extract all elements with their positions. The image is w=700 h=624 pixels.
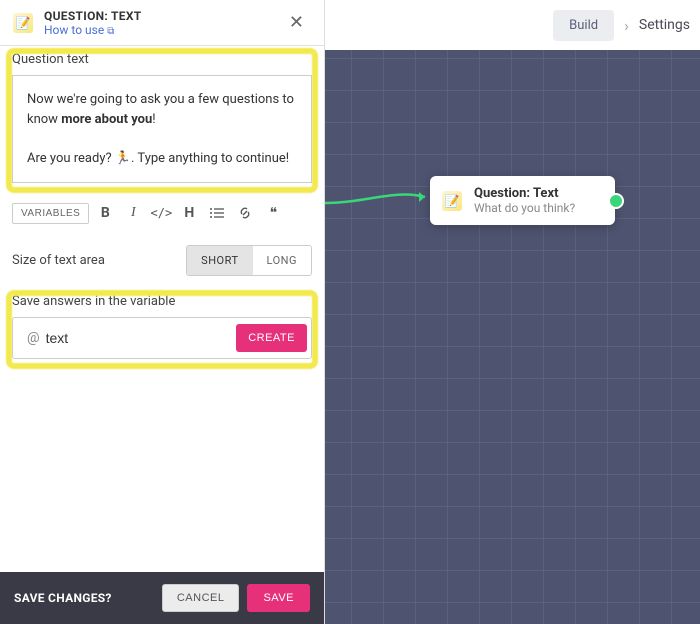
node-icon: 📝 bbox=[442, 190, 464, 212]
list-icon[interactable] bbox=[205, 201, 229, 225]
variable-section: Save answers in the variable @ CREATE bbox=[0, 288, 324, 373]
quote-icon[interactable]: ❝ bbox=[261, 201, 285, 225]
howto-link[interactable]: How to use⧉ bbox=[44, 23, 271, 37]
code-icon[interactable]: </> bbox=[149, 201, 173, 225]
build-tab[interactable]: Build bbox=[553, 10, 614, 41]
breadcrumb-sep: › bbox=[624, 16, 629, 35]
panel-header: 📝 QUESTION: TEXT How to use⧉ ✕ bbox=[0, 0, 324, 46]
link-icon[interactable] bbox=[233, 201, 257, 225]
close-icon[interactable]: ✕ bbox=[281, 8, 312, 37]
question-text-section: Question text Now we're going to ask you… bbox=[0, 46, 324, 197]
heading-icon[interactable]: H bbox=[177, 201, 201, 225]
node-subtitle: What do you think? bbox=[474, 201, 601, 215]
footer-label: SAVE CHANGES? bbox=[14, 591, 154, 605]
italic-icon[interactable]: I bbox=[121, 201, 145, 225]
variable-input[interactable] bbox=[46, 322, 237, 354]
flow-canvas[interactable]: Build › Settings 📝 Question: Text What d… bbox=[325, 0, 700, 624]
size-label: Size of text area bbox=[12, 253, 105, 268]
size-toggle: SHORT LONG bbox=[186, 245, 312, 276]
question-text-editor[interactable]: Now we're going to ask you a few questio… bbox=[12, 75, 312, 183]
format-toolbar: VARIABLES B I </> H ❝ bbox=[0, 197, 324, 233]
variable-input-row: @ CREATE bbox=[12, 317, 312, 359]
create-button[interactable]: CREATE bbox=[236, 324, 307, 352]
at-icon: @ bbox=[17, 330, 46, 346]
size-short-button[interactable]: SHORT bbox=[187, 246, 252, 275]
external-link-icon: ⧉ bbox=[107, 26, 114, 37]
variables-button[interactable]: VARIABLES bbox=[12, 203, 89, 224]
node-output-handle[interactable] bbox=[608, 193, 624, 209]
bold-icon[interactable]: B bbox=[93, 201, 117, 225]
cancel-button[interactable]: CANCEL bbox=[162, 584, 240, 612]
size-section: Size of text area SHORT LONG bbox=[0, 233, 324, 288]
save-button[interactable]: SAVE bbox=[247, 584, 310, 612]
question-text-node[interactable]: 📝 Question: Text What do you think? bbox=[430, 176, 615, 225]
variable-label: Save answers in the variable bbox=[12, 294, 312, 309]
question-text-icon: 📝 bbox=[12, 12, 34, 34]
panel-title: QUESTION: TEXT bbox=[44, 9, 271, 23]
question-text-label: Question text bbox=[12, 52, 312, 67]
node-title: Question: Text bbox=[474, 186, 601, 201]
size-long-button[interactable]: LONG bbox=[253, 246, 311, 275]
connection-arrow bbox=[325, 195, 433, 219]
panel-footer: SAVE CHANGES? CANCEL SAVE bbox=[0, 572, 324, 624]
canvas-topbar: Build › Settings bbox=[325, 0, 700, 50]
settings-tab[interactable]: Settings bbox=[639, 17, 690, 33]
editor-panel: 📝 QUESTION: TEXT How to use⧉ ✕ Question … bbox=[0, 0, 325, 624]
